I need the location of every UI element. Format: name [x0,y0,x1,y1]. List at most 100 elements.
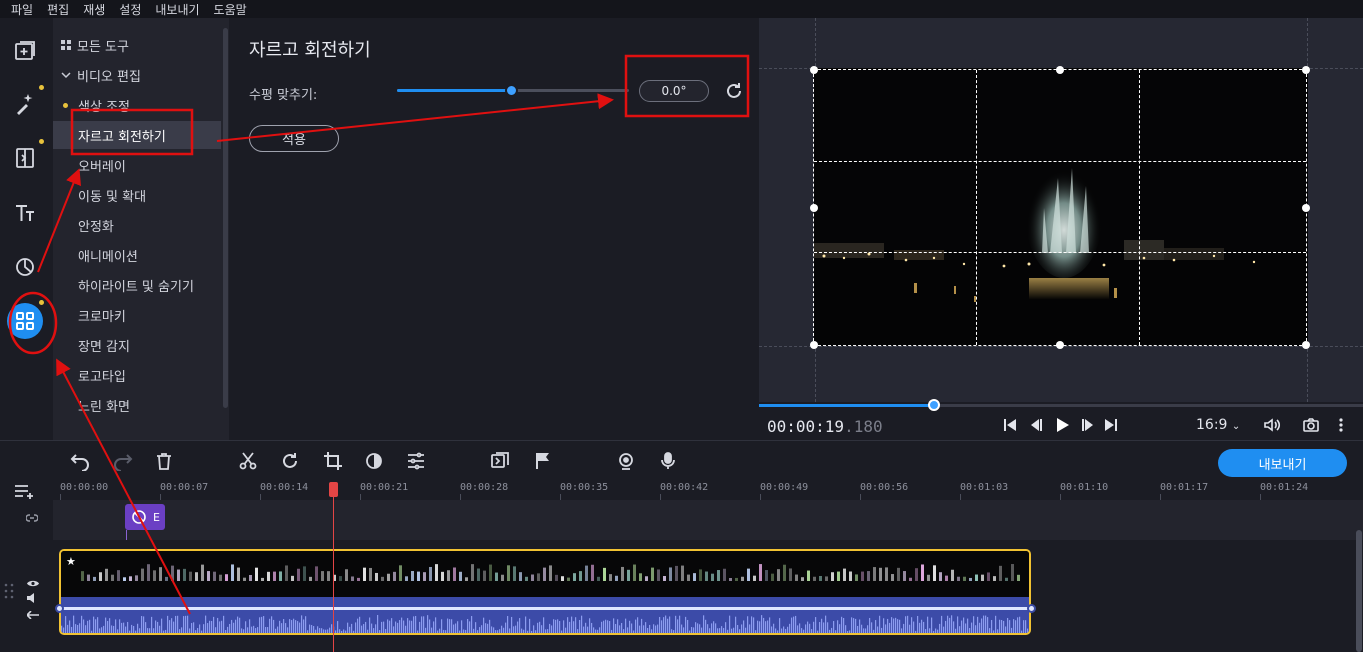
apply-button[interactable]: 적용 [249,125,339,152]
crop-handle[interactable] [810,341,818,349]
previous-frame-icon[interactable] [1027,416,1045,434]
cut-icon[interactable] [238,451,258,471]
rotate-icon[interactable] [723,80,745,102]
grid-icon [61,40,71,50]
star-icon[interactable]: ★ [66,555,76,568]
main-track: ★ [53,540,1363,652]
crop-rotate-panel: 자르고 회전하기 수평 맞추기: 0.0° 적용 [229,18,759,440]
menu-help[interactable]: 도움말 [214,1,247,18]
timeline-scrollbar[interactable] [1356,530,1362,652]
tool-item-highlight-conceal[interactable]: 하이라이트 및 숨기기 [53,271,221,299]
tool-item-crop-rotate[interactable]: 자르고 회전하기 [53,121,221,149]
menu-file[interactable]: 파일 [11,1,33,18]
crop-handle[interactable] [1302,341,1310,349]
skip-to-end-icon[interactable] [1102,416,1120,434]
slider-knob[interactable] [504,84,518,97]
chevron-down-icon: ⌄ [1231,421,1241,432]
crop-handle[interactable] [1056,341,1064,349]
stickers-icon[interactable] [7,249,43,285]
magic-wand-icon[interactable] [7,86,43,122]
video-preview [759,18,1363,402]
add-media-icon[interactable] [7,33,43,69]
straighten-slider[interactable] [397,84,629,97]
microphone-icon[interactable] [658,451,678,471]
ruler-label: 00:00:42 [660,482,709,493]
audio-waveform[interactable] [59,597,1031,635]
crop-icon[interactable] [323,451,343,471]
link-icon[interactable] [25,508,39,527]
playback-progress[interactable] [759,399,1363,411]
crop-handle[interactable] [1056,66,1064,74]
titles-icon[interactable] [7,195,43,231]
menu-playback[interactable]: 재생 [83,1,105,18]
skip-to-start-icon[interactable] [1001,416,1019,434]
more-tools-icon[interactable] [7,303,43,339]
ruler-label: 00:01:17 [1160,482,1209,493]
marker-flag-icon[interactable] [533,451,553,471]
tool-item-label: 애니메이션 [78,249,138,265]
tool-item-label: 이동 및 확대 [78,189,147,205]
crop-handle[interactable] [810,66,818,74]
drag-handle-icon[interactable] [3,582,15,604]
tools-list: 모든 도구 비디오 편집 색상 조정 자르고 회전하기 오버레이 이동 및 확대… [53,18,229,440]
all-tools-item[interactable]: 모든 도구 [53,31,221,59]
tools-scrollbar[interactable] [223,28,228,408]
crop-handle[interactable] [1302,203,1310,212]
volume-envelope-handle[interactable] [1027,604,1036,613]
aspect-ratio-value: 16:9 [1196,417,1228,433]
crop-handle[interactable] [810,203,818,212]
ruler-label: 00:00:07 [160,482,209,493]
crop-frame[interactable] [810,66,1310,349]
webcam-record-icon[interactable] [616,451,636,471]
rotate-clip-icon[interactable] [280,451,300,471]
transitions-icon[interactable] [7,140,43,176]
tool-item-label: 색상 조정 [78,99,130,115]
progress-knob[interactable] [928,399,941,411]
export-button[interactable]: 내보내기 [1218,449,1347,477]
add-track-icon[interactable] [14,483,36,503]
redo-icon[interactable] [113,451,133,471]
panel-title: 자르고 회전하기 [249,40,371,61]
tool-item-slow-motion[interactable]: 느린 화면 [53,391,221,419]
play-icon[interactable] [1053,416,1071,434]
menu-settings[interactable]: 설정 [119,1,141,18]
menu-export[interactable]: 내보내기 [155,1,199,18]
more-options-icon[interactable] [1332,416,1350,434]
tool-item-pan-zoom[interactable]: 이동 및 확대 [53,181,221,209]
volume-envelope-handle[interactable] [55,604,64,613]
color-adjust-icon[interactable] [364,451,384,471]
straighten-value-field[interactable]: 0.0° [639,80,709,102]
tool-item-color-adjust[interactable]: 색상 조정 [53,91,221,119]
next-frame-icon[interactable] [1079,416,1097,434]
tool-item-logo[interactable]: 로고타입 [53,361,221,389]
playhead-line [333,496,334,652]
menu-edit[interactable]: 편집 [47,1,69,18]
tool-item-overlay[interactable]: 오버레이 [53,151,221,179]
clip-properties-icon[interactable] [406,451,426,471]
tool-item-chroma-key[interactable]: 크로마키 [53,301,221,329]
chevron-down-icon [61,72,71,79]
ruler-label: 00:00:56 [860,482,909,493]
snapshot-icon[interactable] [1302,416,1320,434]
progress-fill [759,404,935,407]
volume-icon[interactable] [1263,416,1281,434]
all-tools-label: 모든 도구 [77,39,129,55]
aspect-ratio-select[interactable]: 16:9 ⌄ [1196,417,1240,433]
volume-envelope[interactable] [59,607,1031,610]
timeline-ruler[interactable]: 00:00:00 00:00:07 00:00:14 00:00:21 00:00:28… [53,478,1363,500]
transition-wizard-icon[interactable] [490,451,510,471]
video-clip[interactable]: ★ [59,549,1031,597]
tool-item-scene-detect[interactable]: 장면 감지 [53,331,221,359]
ruler-label: 00:01:10 [1060,482,1109,493]
tool-item-stabilize[interactable]: 안정화 [53,211,221,239]
undo-icon[interactable] [70,451,90,471]
effect-clip[interactable]: E [125,504,165,530]
tool-item-animation[interactable]: 애니메이션 [53,241,221,269]
delete-icon[interactable] [154,451,174,471]
tool-item-label: 오버레이 [78,159,126,175]
new-dot-icon [63,103,68,108]
video-edit-group[interactable]: 비디오 편집 [53,61,221,89]
playhead[interactable] [329,482,338,497]
crop-handle[interactable] [1302,66,1310,74]
track-arrow-icon[interactable] [25,604,39,623]
